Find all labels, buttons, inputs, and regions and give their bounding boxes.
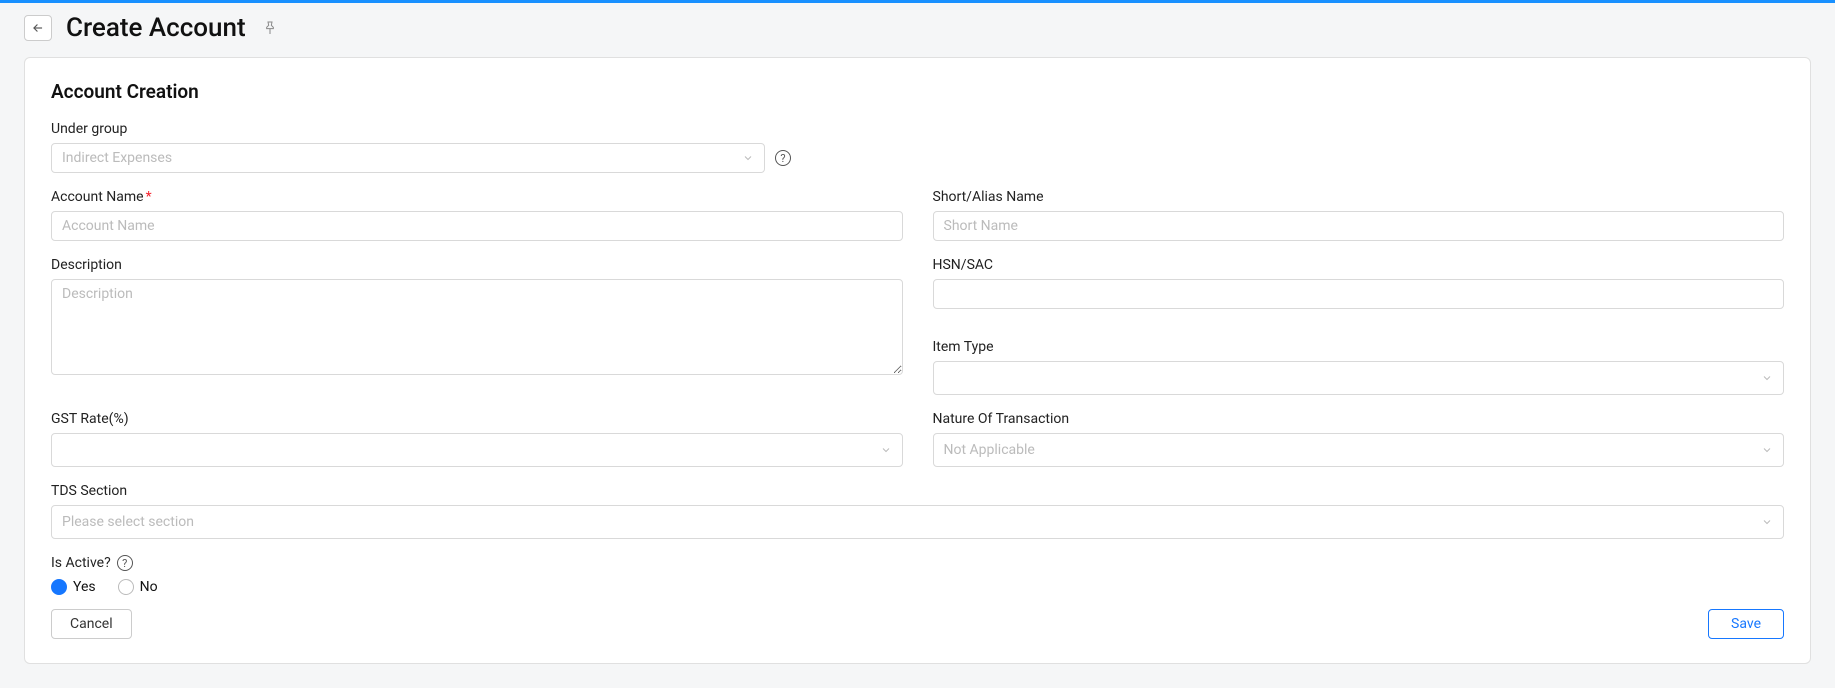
row-account-short: Account Name* Short/Alias Name	[51, 189, 1784, 241]
under-group-label: Under group	[51, 121, 1784, 137]
gst-rate-select[interactable]	[51, 433, 903, 467]
save-button[interactable]: Save	[1708, 609, 1784, 639]
tds-section-label: TDS Section	[51, 483, 1784, 499]
cancel-button[interactable]: Cancel	[51, 609, 132, 639]
tds-section-field: TDS Section Please select section	[51, 483, 1784, 539]
required-mark: *	[146, 189, 152, 205]
account-creation-card: Account Creation Under group Indirect Ex…	[24, 57, 1811, 664]
row-gst-nature: GST Rate(%) Nature Of Transaction Not Ap…	[51, 411, 1784, 467]
item-type-select[interactable]	[933, 361, 1785, 395]
nature-of-transaction-label: Nature Of Transaction	[933, 411, 1785, 427]
under-group-row: Indirect Expenses ?	[51, 143, 1784, 173]
account-name-input[interactable]	[51, 211, 903, 241]
is-active-no-radio[interactable]: No	[118, 579, 158, 595]
is-active-help-icon[interactable]: ?	[117, 555, 133, 571]
tds-section-placeholder: Please select section	[62, 514, 194, 530]
arrow-left-icon	[31, 21, 45, 35]
account-name-field: Account Name*	[51, 189, 903, 241]
radio-dot-icon	[118, 579, 134, 595]
is-active-block: Is Active? ? Yes No	[51, 555, 1784, 595]
page-title: Create Account	[66, 13, 246, 43]
pin-button[interactable]	[260, 18, 280, 38]
gst-rate-field: GST Rate(%)	[51, 411, 903, 467]
short-alias-field: Short/Alias Name	[933, 189, 1785, 241]
description-textarea[interactable]	[51, 279, 903, 375]
hsn-sac-field: HSN/SAC	[933, 257, 1785, 309]
row-tds: TDS Section Please select section	[51, 483, 1784, 539]
under-group-field: Under group	[51, 121, 1784, 143]
under-group-value: Indirect Expenses	[62, 150, 172, 166]
form-footer: Cancel Save	[51, 609, 1784, 639]
description-label: Description	[51, 257, 903, 273]
row-description-hsn: Description HSN/SAC Item Type	[51, 257, 1784, 395]
tds-section-select[interactable]: Please select section	[51, 505, 1784, 539]
item-type-field: Item Type	[933, 339, 1785, 395]
chevron-down-icon	[1761, 444, 1773, 456]
chevron-down-icon	[880, 444, 892, 456]
nature-of-transaction-field: Nature Of Transaction Not Applicable	[933, 411, 1785, 467]
is-active-no-label: No	[140, 579, 158, 595]
hsn-itemtype-column: HSN/SAC Item Type	[933, 257, 1785, 395]
is-active-label: Is Active?	[51, 555, 111, 571]
page-container: Create Account Account Creation Under gr…	[0, 3, 1835, 688]
card-title: Account Creation	[51, 80, 1784, 103]
under-group-help-icon[interactable]: ?	[775, 150, 791, 166]
gst-rate-label: GST Rate(%)	[51, 411, 903, 427]
radio-dot-icon	[51, 579, 67, 595]
chevron-down-icon	[742, 152, 754, 164]
description-field: Description	[51, 257, 903, 375]
under-group-select[interactable]: Indirect Expenses	[51, 143, 765, 173]
pin-icon	[262, 20, 278, 36]
short-alias-label: Short/Alias Name	[933, 189, 1785, 205]
page-header: Create Account	[24, 13, 1811, 43]
is-active-yes-radio[interactable]: Yes	[51, 579, 96, 595]
item-type-label: Item Type	[933, 339, 1785, 355]
account-name-label-text: Account Name	[51, 189, 144, 205]
chevron-down-icon	[1761, 516, 1773, 528]
account-name-label: Account Name*	[51, 189, 903, 205]
chevron-down-icon	[1761, 372, 1773, 384]
back-button[interactable]	[24, 15, 52, 41]
hsn-sac-label: HSN/SAC	[933, 257, 1785, 273]
hsn-sac-input[interactable]	[933, 279, 1785, 309]
nature-of-transaction-select[interactable]: Not Applicable	[933, 433, 1785, 467]
nature-of-transaction-value: Not Applicable	[944, 442, 1035, 458]
short-alias-input[interactable]	[933, 211, 1785, 241]
is-active-radio-group: Yes No	[51, 579, 1784, 595]
is-active-label-row: Is Active? ?	[51, 555, 1784, 571]
is-active-yes-label: Yes	[73, 579, 96, 595]
